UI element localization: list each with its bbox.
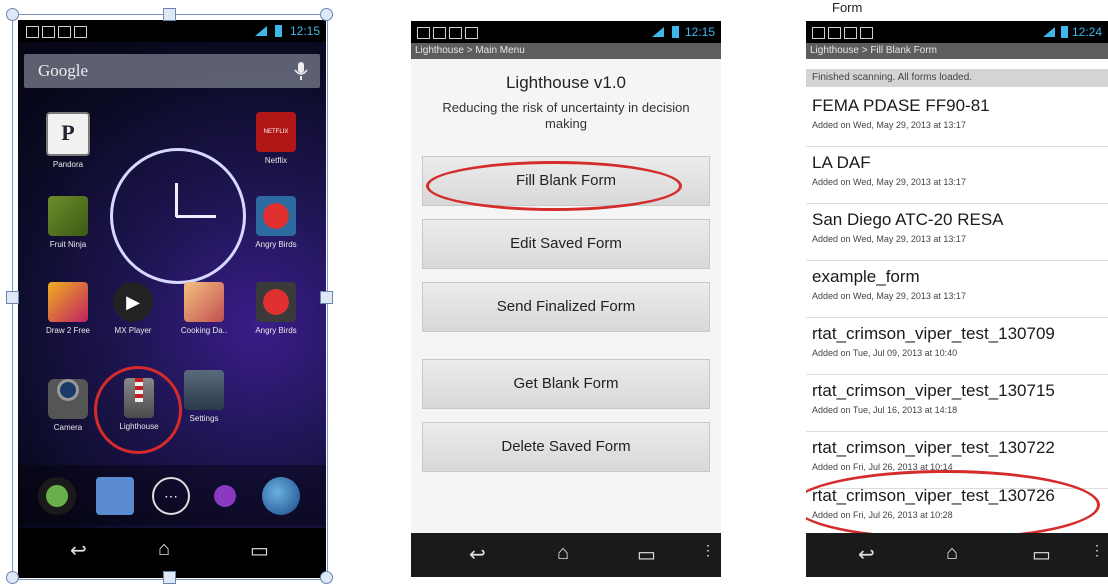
status-time: 12:15 — [684, 25, 715, 39]
wifi-icon — [1043, 27, 1055, 37]
form-date: Added on Wed, May 29, 2013 at 13:17 — [812, 234, 966, 244]
form-name: example_form — [812, 267, 920, 286]
battery-icon — [672, 26, 679, 38]
get-blank-form-button[interactable]: Get Blank Form — [422, 359, 710, 409]
form-date: Added on Tue, Jul 16, 2013 at 14:18 — [812, 405, 958, 415]
selected-form-highlight — [806, 470, 1100, 540]
home-icon[interactable]: ⌂ — [946, 542, 958, 565]
resize-handle-top[interactable] — [163, 8, 176, 21]
form-name: rtat_crimson_viper_test_130715 — [812, 381, 1055, 400]
panel-caption: Form — [832, 0, 863, 15]
form-date: Added on Wed, May 29, 2013 at 13:17 — [812, 291, 966, 301]
recent-apps-icon[interactable]: ▭ — [637, 542, 656, 567]
fill-blank-form-highlight — [426, 161, 682, 211]
back-icon[interactable]: ↩ — [858, 542, 875, 567]
menu-icon[interactable]: ⋮ — [701, 542, 715, 559]
edit-saved-form-button[interactable]: Edit Saved Form — [422, 219, 710, 269]
form-name: San Diego ATC-20 RESA — [812, 210, 1004, 229]
back-icon[interactable]: ↩ — [469, 542, 486, 567]
camera-status-icon — [860, 27, 873, 39]
wifi-icon — [652, 27, 664, 37]
form-name: FEMA PDASE FF90-81 — [812, 96, 990, 115]
status-bar: 12:24 — [806, 21, 1108, 43]
list-item[interactable]: LA DAF Added on Wed, May 29, 2013 at 13:… — [806, 147, 1108, 204]
navigation-bar: ↩ ⌂ ▭ ⋮ — [806, 533, 1108, 577]
home-icon[interactable]: ⌂ — [557, 542, 569, 565]
status-bar: 12:15 — [411, 21, 721, 43]
form-name: rtat_crimson_viper_test_130722 — [812, 438, 1055, 457]
resize-handle-right[interactable] — [320, 291, 333, 304]
breadcrumb: Lighthouse > Main Menu — [411, 43, 721, 59]
image-icon — [433, 27, 446, 39]
menu-icon[interactable]: ⋮ — [1090, 542, 1104, 559]
camera-status-icon — [465, 27, 478, 39]
delete-saved-form-button[interactable]: Delete Saved Form — [422, 422, 710, 472]
recent-apps-icon[interactable]: ▭ — [1032, 542, 1051, 567]
phone-icon — [844, 27, 857, 39]
resize-handle-bottom-left[interactable] — [6, 571, 19, 584]
form-date: Added on Wed, May 29, 2013 at 13:17 — [812, 120, 966, 130]
app-subtitle: Reducing the risk of uncertainty in deci… — [442, 100, 690, 131]
status-message: Finished scanning. All forms loaded. — [806, 69, 1108, 87]
fill-blank-form-panel: 12:24 Lighthouse > Fill Blank Form Finis… — [806, 21, 1108, 577]
battery-icon — [1061, 26, 1068, 38]
status-time: 12:24 — [1071, 25, 1102, 39]
selection-frame — [12, 14, 328, 580]
notification-icon — [417, 27, 430, 39]
form-date: Added on Wed, May 29, 2013 at 13:17 — [812, 177, 966, 187]
send-finalized-form-button[interactable]: Send Finalized Form — [422, 282, 710, 332]
resize-handle-bottom-right[interactable] — [320, 571, 333, 584]
form-date: Added on Tue, Jul 09, 2013 at 10:40 — [812, 348, 958, 358]
breadcrumb: Lighthouse > Fill Blank Form — [806, 43, 1108, 59]
resize-handle-top-left[interactable] — [6, 8, 19, 21]
navigation-bar: ↩ ⌂ ▭ ⋮ — [411, 533, 721, 577]
list-item[interactable]: FEMA PDASE FF90-81 Added on Wed, May 29,… — [806, 90, 1108, 147]
resize-handle-bottom[interactable] — [163, 571, 176, 584]
list-item[interactable]: San Diego ATC-20 RESA Added on Wed, May … — [806, 204, 1108, 261]
app-title: Lighthouse v1.0 — [505, 73, 627, 92]
form-name: LA DAF — [812, 153, 871, 172]
notification-icon — [812, 27, 825, 39]
resize-handle-top-right[interactable] — [320, 8, 333, 21]
phone-icon — [449, 27, 462, 39]
resize-handle-left[interactable] — [6, 291, 19, 304]
list-item[interactable]: rtat_crimson_viper_test_130715 Added on … — [806, 375, 1108, 432]
form-name: rtat_crimson_viper_test_130709 — [812, 324, 1055, 343]
list-item[interactable]: rtat_crimson_viper_test_130709 Added on … — [806, 318, 1108, 375]
main-menu-panel: 12:15 Lighthouse > Main Menu Lighthouse … — [411, 21, 721, 577]
image-icon — [828, 27, 841, 39]
list-item[interactable]: example_form Added on Wed, May 29, 2013 … — [806, 261, 1108, 318]
